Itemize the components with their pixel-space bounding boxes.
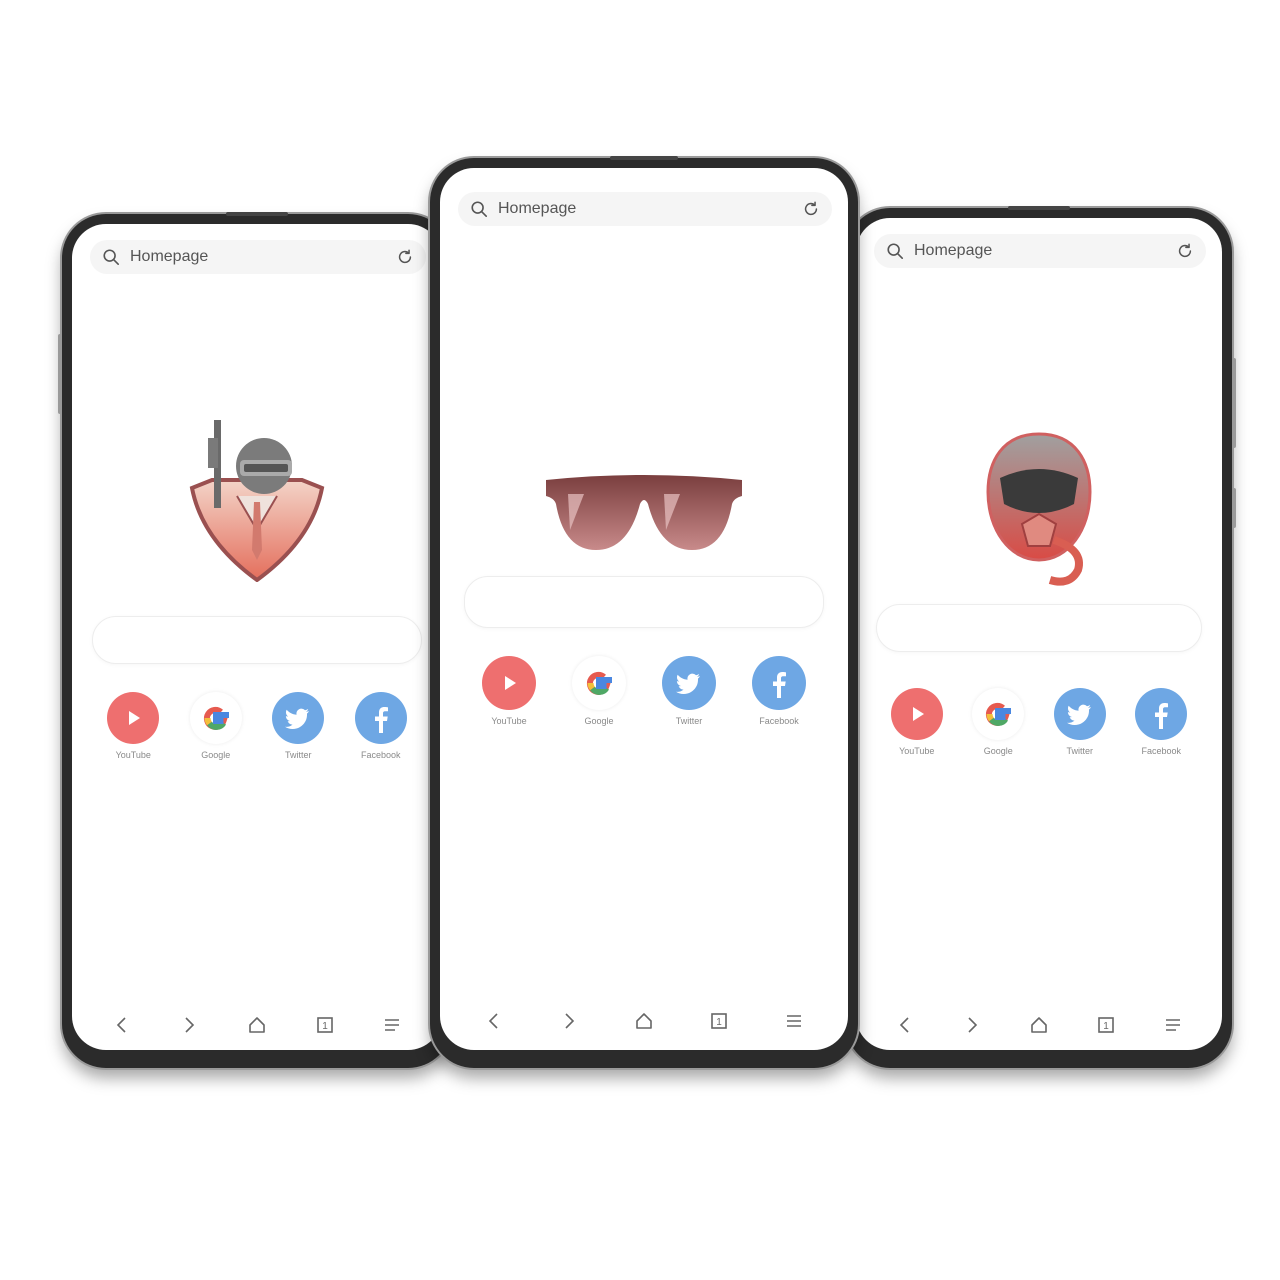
reload-icon[interactable]	[1176, 242, 1194, 260]
shortcut-row: YouTube Google Twitter Facebook	[464, 656, 824, 726]
shortcut-youtube[interactable]: YouTube	[98, 692, 168, 760]
search-box[interactable]	[92, 616, 422, 664]
shortcut-youtube[interactable]: YouTube	[474, 656, 544, 726]
shortcut-row: YouTube Google Twitter Facebook	[876, 688, 1202, 756]
shortcut-facebook[interactable]: Facebook	[1126, 688, 1196, 756]
browser-screen: Homepage YouTube Google Twitter Facebook…	[440, 168, 848, 1050]
back-icon[interactable]	[483, 1010, 505, 1032]
tab-count: 1	[716, 1017, 722, 1028]
back-icon[interactable]	[894, 1014, 916, 1036]
search-box[interactable]	[876, 604, 1202, 652]
search-icon	[103, 249, 120, 266]
search-box[interactable]	[464, 576, 824, 628]
menu-icon[interactable]	[783, 1010, 805, 1032]
url-text: Homepage	[914, 242, 993, 259]
phone-right: Homepage YouTube Google Twitter Facebook…	[846, 206, 1236, 1068]
shortcut-label: Facebook	[360, 750, 401, 760]
tabs-icon[interactable]: 1	[1095, 1014, 1117, 1036]
shortcut-google[interactable]: Google	[564, 656, 634, 726]
tabs-icon[interactable]: 1	[314, 1014, 336, 1036]
shortcut-twitter[interactable]: Twitter	[263, 692, 333, 760]
url-bar[interactable]: Homepage	[90, 240, 426, 274]
home-icon[interactable]	[1028, 1014, 1050, 1036]
shortcut-label: Twitter	[284, 750, 312, 760]
forward-icon[interactable]	[178, 1014, 200, 1036]
url-bar[interactable]: Homepage	[874, 234, 1206, 268]
google-icon	[572, 656, 626, 710]
browser-screen: Homepage YouTube Google Twitter Facebook…	[856, 218, 1222, 1050]
youtube-icon	[107, 692, 160, 744]
url-bar[interactable]: Homepage	[458, 192, 832, 226]
shortcut-label: YouTube	[115, 750, 151, 760]
url-text: Homepage	[130, 248, 209, 265]
side-button	[58, 334, 62, 414]
youtube-icon	[890, 688, 943, 740]
phone-left: Homepage YouTube Google Twitter Facebook…	[58, 212, 452, 1068]
browser-screen: Homepage YouTube Google Twitter Facebook…	[72, 224, 442, 1050]
shortcut-label: Google	[584, 716, 614, 726]
twitter-icon	[662, 656, 716, 710]
google-icon	[972, 688, 1025, 740]
facebook-icon	[354, 692, 407, 744]
tabs-icon[interactable]: 1	[708, 1010, 730, 1032]
menu-icon[interactable]	[1162, 1014, 1184, 1036]
url-text: Homepage	[498, 200, 577, 217]
shortcut-twitter[interactable]: Twitter	[654, 656, 724, 726]
shortcut-label: YouTube	[899, 746, 935, 756]
youtube-icon	[482, 656, 536, 710]
shortcut-label: Facebook	[1141, 746, 1182, 756]
shortcut-youtube[interactable]: YouTube	[882, 688, 952, 756]
search-icon	[471, 201, 488, 218]
reload-icon[interactable]	[802, 200, 820, 218]
forward-icon[interactable]	[558, 1010, 580, 1032]
soldier-helmet-mascot-icon	[72, 410, 442, 582]
side-button	[1232, 488, 1236, 528]
bottom-nav: 1	[88, 1008, 426, 1042]
twitter-icon	[272, 692, 325, 744]
sunglasses-icon	[440, 474, 848, 554]
side-button	[1232, 358, 1236, 448]
facebook-icon	[752, 656, 806, 710]
search-icon	[887, 243, 904, 260]
back-icon[interactable]	[111, 1014, 133, 1036]
reload-icon[interactable]	[396, 248, 414, 266]
phone-center: Homepage YouTube Google Twitter Facebook…	[430, 156, 858, 1068]
shortcut-row: YouTube Google Twitter Facebook	[92, 692, 422, 760]
google-icon	[189, 692, 242, 744]
shortcut-label: Twitter	[1066, 746, 1093, 756]
bottom-nav: 1	[456, 1004, 832, 1038]
facebook-icon	[1135, 688, 1188, 740]
shortcut-google[interactable]: Google	[963, 688, 1033, 756]
shortcut-label: YouTube	[491, 716, 527, 726]
tab-count: 1	[322, 1021, 328, 1032]
shortcut-label: Google	[983, 746, 1013, 756]
tab-count: 1	[1103, 1021, 1109, 1032]
twitter-icon	[1053, 688, 1106, 740]
shortcut-facebook[interactable]: Facebook	[346, 692, 416, 760]
shortcut-label: Facebook	[759, 716, 799, 726]
shortcut-google[interactable]: Google	[181, 692, 251, 760]
home-icon[interactable]	[633, 1010, 655, 1032]
bottom-nav: 1	[872, 1008, 1206, 1042]
shortcut-twitter[interactable]: Twitter	[1045, 688, 1115, 756]
menu-icon[interactable]	[381, 1014, 403, 1036]
forward-icon[interactable]	[961, 1014, 983, 1036]
shortcut-label: Google	[201, 750, 231, 760]
shortcut-label: Twitter	[675, 716, 703, 726]
shortcut-facebook[interactable]: Facebook	[744, 656, 814, 726]
pilot-helmet-mascot-icon	[856, 430, 1222, 590]
home-icon[interactable]	[246, 1014, 268, 1036]
